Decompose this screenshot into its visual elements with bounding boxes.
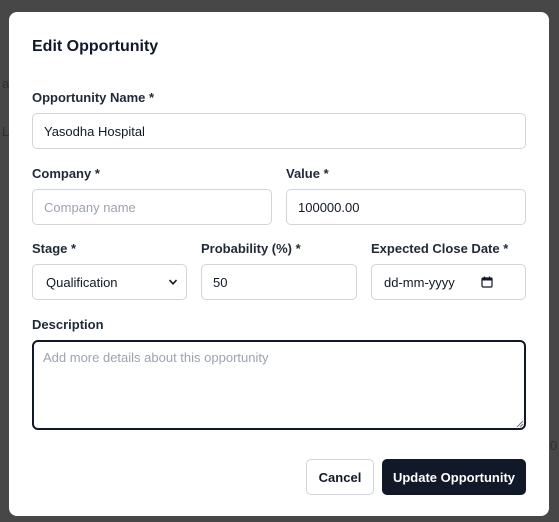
resize-grip-icon[interactable] <box>516 420 524 428</box>
expected-close-date-input[interactable]: dd-mm-yyyy <box>371 264 526 300</box>
stage-label: Stage * <box>32 241 77 256</box>
dialog-title: Edit Opportunity <box>32 38 159 55</box>
expected-close-date-label: Expected Close Date * <box>371 241 509 256</box>
value-input[interactable] <box>286 189 526 225</box>
background-text: 0 <box>550 438 558 453</box>
stage-selected-value: Qualification <box>46 274 118 290</box>
opportunity-name-input[interactable] <box>32 113 526 149</box>
update-opportunity-button[interactable]: Update Opportunity <box>382 459 526 495</box>
edit-opportunity-dialog: Edit Opportunity Opportunity Name * Comp… <box>9 12 549 516</box>
opportunity-name-label: Opportunity Name * <box>32 90 155 105</box>
company-input[interactable] <box>32 189 272 225</box>
probability-label: Probability (%) * <box>201 241 301 256</box>
company-label: Company * <box>32 166 100 181</box>
date-format-placeholder: dd-mm-yyyy <box>384 274 455 290</box>
description-textarea[interactable] <box>32 340 526 430</box>
description-label: Description <box>32 317 104 332</box>
probability-input[interactable] <box>201 264 357 300</box>
calendar-icon[interactable] <box>481 276 493 288</box>
cancel-button[interactable]: Cancel <box>306 459 374 495</box>
value-label: Value * <box>286 166 329 181</box>
chevron-down-icon <box>168 279 178 285</box>
stage-select[interactable]: Qualification <box>32 264 187 300</box>
